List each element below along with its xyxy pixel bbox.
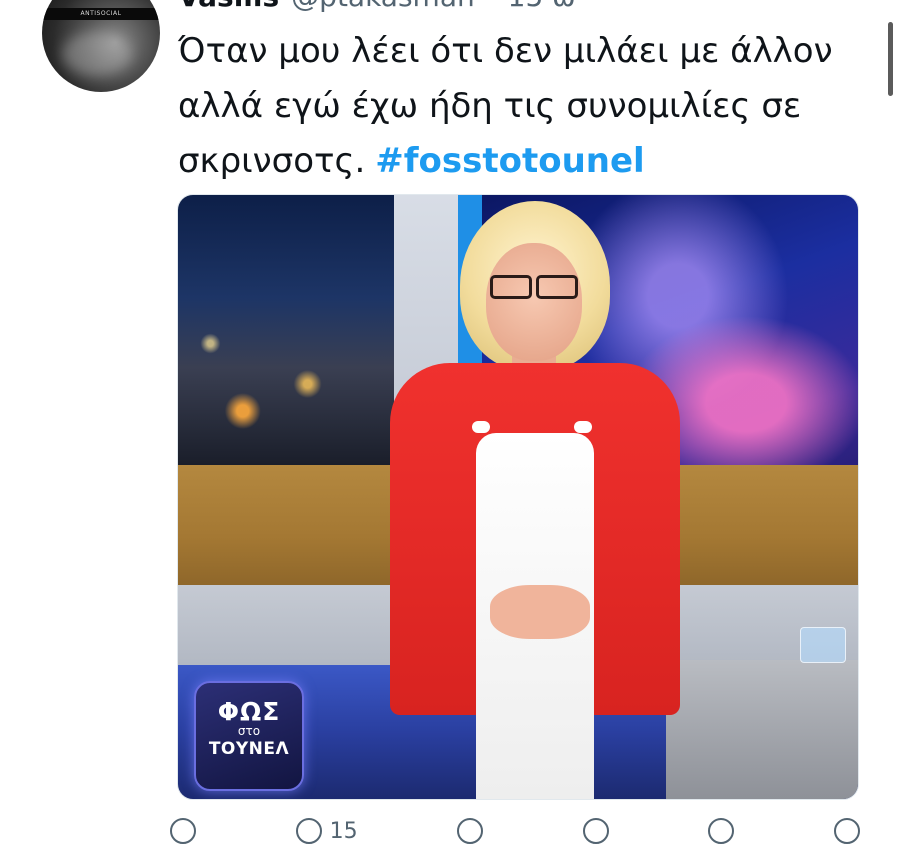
bookmark-icon	[708, 818, 735, 844]
avatar[interactable]: ANTISOCIAL	[42, 0, 160, 92]
hashtag-link[interactable]: #fosstotounel	[375, 141, 644, 181]
reply-icon	[170, 818, 196, 844]
tweet-text: Όταν μου λέει ότι δεν μιλάει με άλλον αλ…	[178, 24, 868, 189]
mic-left	[472, 421, 490, 433]
show-logo-line-2: στο	[237, 724, 261, 738]
water-glass	[800, 627, 846, 663]
bookmark-button[interactable]	[708, 816, 735, 846]
retweet-count: 15	[329, 818, 358, 844]
mic-right	[574, 421, 592, 433]
like-button[interactable]	[457, 816, 484, 846]
views-icon	[582, 818, 609, 844]
presenter	[348, 195, 688, 799]
tweet-line-2: αλλά εγώ έχω ήδη τις συνομιλίες σε	[178, 86, 802, 126]
share-button[interactable]	[833, 816, 860, 846]
scrollbar[interactable]	[888, 22, 893, 96]
studio-desk	[666, 660, 858, 799]
tweet-header: Vasilis @ptakasman · 15 ώ	[178, 0, 576, 13]
show-logo: ΦΩΣ στο ΤΟΥΝΕΛ	[194, 681, 304, 791]
tweet-line-1: Όταν μου λέει ότι δεν μιλάει με άλλον	[178, 31, 833, 71]
share-icon	[833, 818, 860, 844]
tweet-action-bar: 15	[170, 816, 860, 846]
avatar-photo	[62, 32, 132, 76]
separator-dot: ·	[487, 0, 496, 13]
presenter-hands	[490, 585, 590, 639]
tweet-line-3-text: σκρινσοτς.	[178, 141, 366, 181]
views-button[interactable]	[582, 816, 609, 846]
heart-icon	[457, 818, 484, 844]
timestamp[interactable]: 15 ώ	[508, 0, 576, 13]
show-logo-line-1: ΦΩΣ	[217, 697, 281, 726]
tweet-media-image[interactable]: ΦΩΣ στο ΤΟΥΝΕΛ	[177, 194, 859, 800]
presenter-face	[486, 243, 582, 361]
retweet-icon	[295, 818, 322, 844]
show-logo-line-3: ΤΟΥΝΕΛ	[208, 739, 290, 759]
display-name[interactable]: Vasilis	[178, 0, 279, 13]
reply-button[interactable]	[170, 816, 196, 846]
tweet-line-3: σκρινσοτς. #fosstotounel	[178, 134, 868, 189]
avatar-band: ANTISOCIAL	[42, 8, 160, 20]
user-handle[interactable]: @ptakasman	[291, 0, 475, 13]
retweet-button[interactable]: 15	[295, 816, 358, 846]
presenter-glasses	[490, 275, 578, 299]
